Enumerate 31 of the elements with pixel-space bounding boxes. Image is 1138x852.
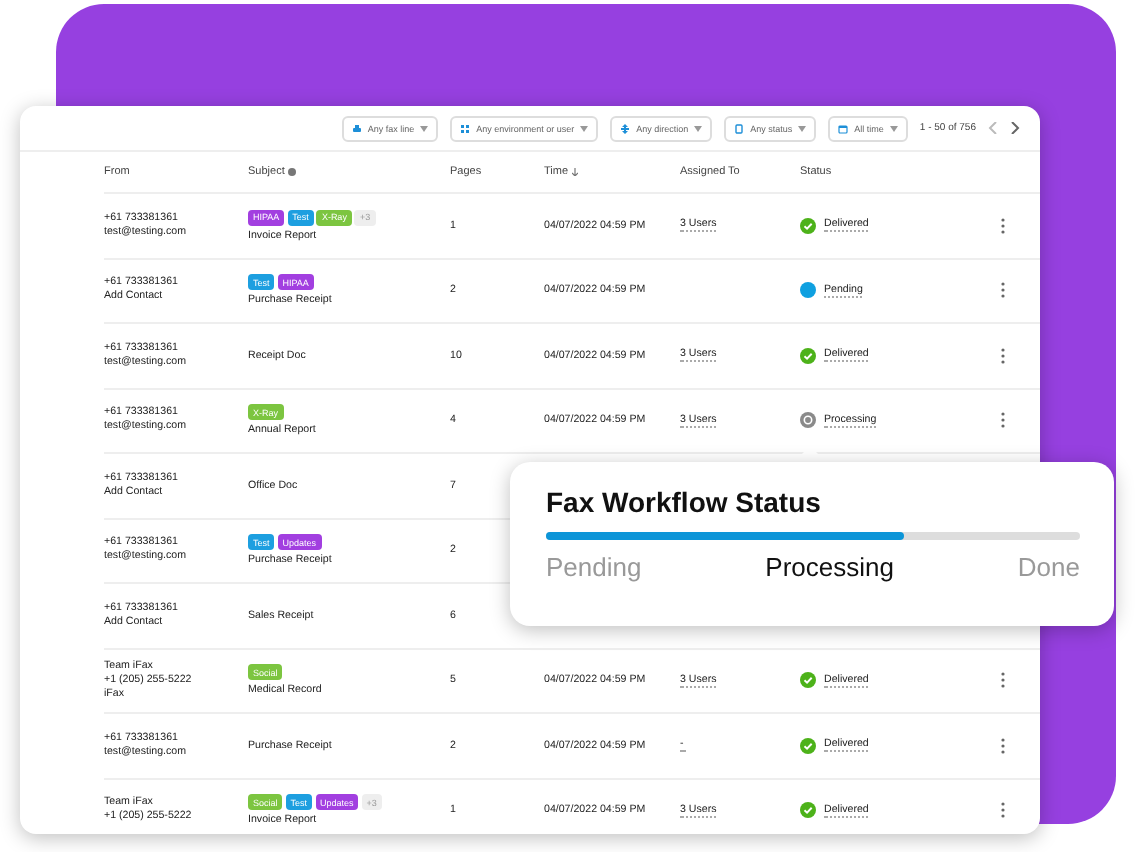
caret-icon <box>889 125 898 131</box>
grid-icon <box>460 123 471 133</box>
caret-icon <box>580 125 589 131</box>
more-icon[interactable] <box>1000 412 1006 429</box>
dot-icon <box>800 282 816 299</box>
sync-icon <box>800 412 816 429</box>
info-icon <box>288 168 297 176</box>
printer-icon <box>351 123 362 133</box>
more-icon[interactable] <box>1000 347 1006 364</box>
more-icon[interactable] <box>1000 282 1006 299</box>
popup-title: Fax Workflow Status <box>546 486 823 518</box>
document-icon <box>734 123 745 133</box>
stage-label: Done <box>1017 552 1080 582</box>
check-icon <box>800 737 816 754</box>
next-icon[interactable] <box>1010 122 1020 134</box>
stage-label: Pending <box>546 552 642 582</box>
check-icon <box>800 802 816 819</box>
stage-label: Processing <box>765 552 894 582</box>
caret-icon <box>798 125 807 131</box>
caret-icon <box>694 125 703 131</box>
caret-icon <box>420 125 429 131</box>
sort-icon[interactable] <box>572 168 579 176</box>
more-icon[interactable] <box>1000 672 1006 689</box>
check-icon <box>800 347 816 364</box>
more-icon[interactable] <box>1000 737 1006 754</box>
calendar-icon <box>838 123 849 133</box>
check-icon <box>800 672 816 689</box>
more-icon[interactable] <box>1000 802 1006 819</box>
more-icon[interactable] <box>1000 217 1006 234</box>
arrows-icon <box>620 123 631 133</box>
check-icon <box>800 217 816 234</box>
